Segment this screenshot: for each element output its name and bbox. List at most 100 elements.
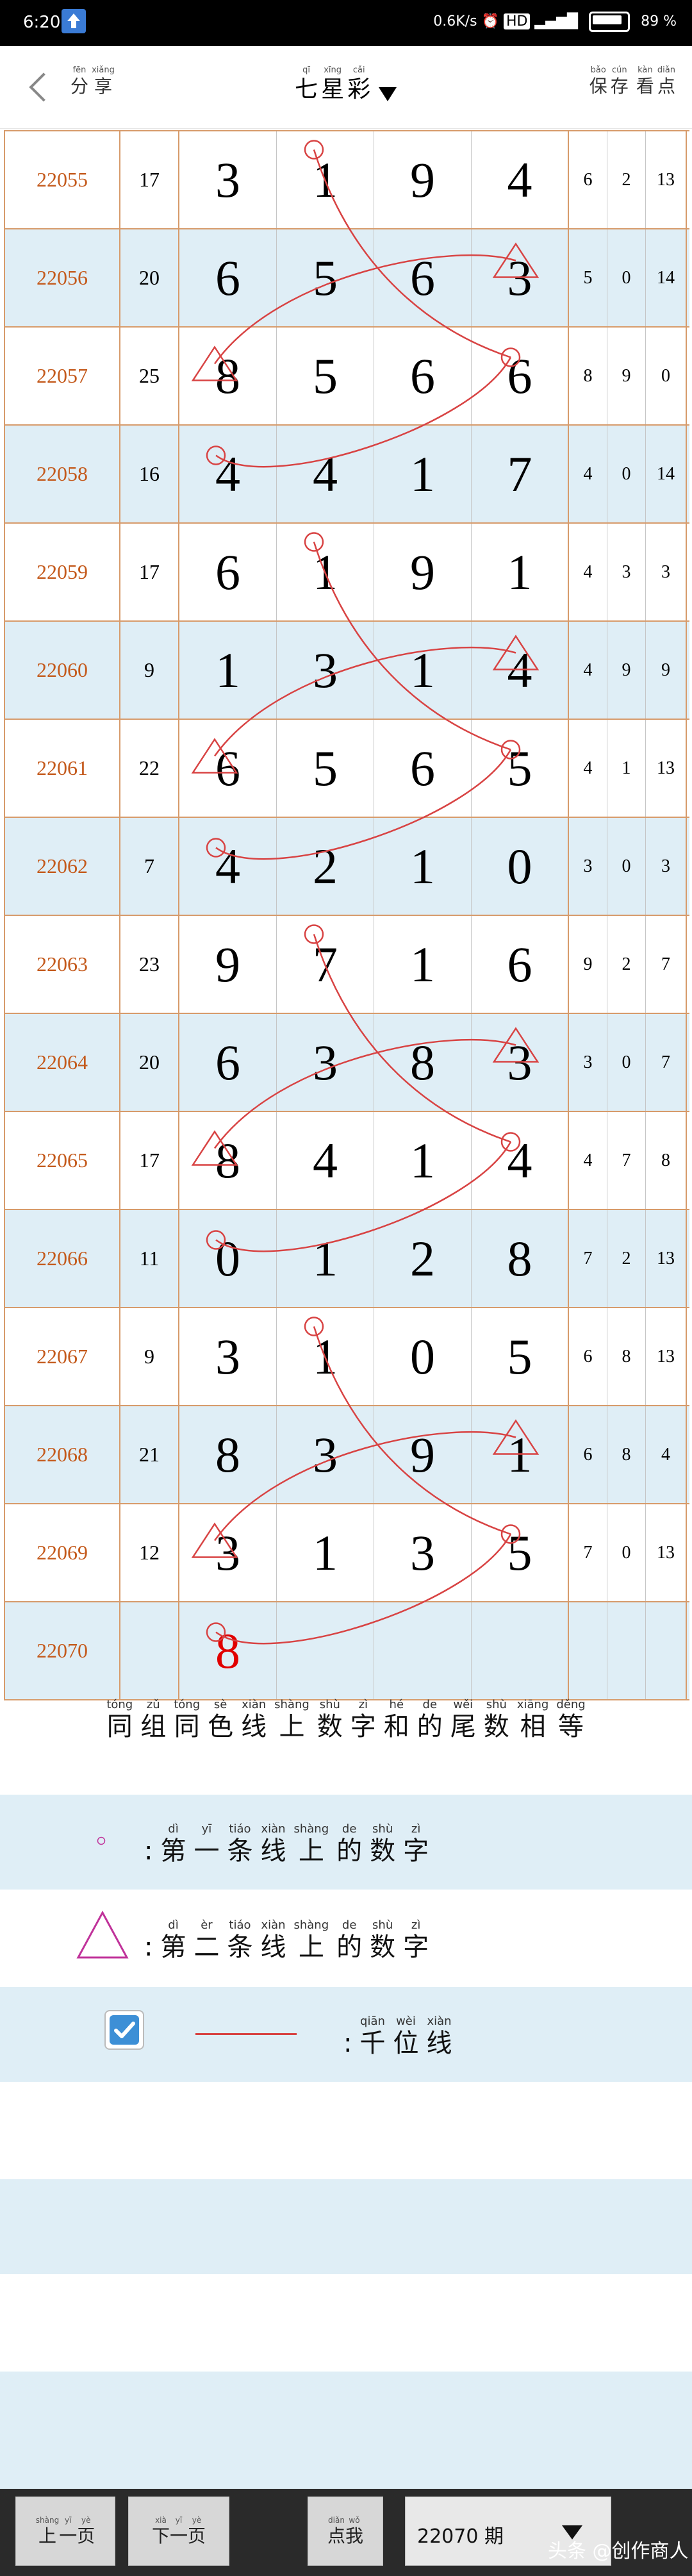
tail-value: 9 <box>607 622 646 719</box>
lottery-type-dropdown[interactable]: qī 七 xīng 星 cǎi 彩 <box>295 65 397 104</box>
issue-number: 22062 <box>5 818 120 915</box>
draw-digit: 7 <box>277 916 374 1013</box>
table-row: 22068 21 8 3 9 1 6 8 4 <box>5 1406 689 1504</box>
digit-sum: 9 <box>120 622 179 719</box>
thousands-line-checkbox[interactable] <box>104 2010 144 2050</box>
draw-digit: 4 <box>277 426 374 522</box>
prev-page-button[interactable]: shàng 上 yī 一 yè 页 <box>15 2497 115 2566</box>
draw-table: 22055 17 3 1 9 4 6 2 13 22056 20 6 5 6 3 5 0 14 22057 25 8 5 6… <box>4 130 689 1700</box>
tail-value: 2 <box>607 916 646 1013</box>
table-row: 22066 11 0 1 2 8 7 2 13 <box>5 1210 689 1308</box>
digit-sum: 17 <box>120 524 179 620</box>
issue-number: 22061 <box>5 720 120 817</box>
hd-badge: HD <box>503 13 531 29</box>
draw-digit: 8 <box>472 1210 569 1307</box>
tail-value: 4 <box>569 426 607 522</box>
draw-digit: 6 <box>179 229 277 326</box>
signal-icon: ▂▄▆█ <box>534 13 583 29</box>
empty-row <box>0 2275 692 2370</box>
draw-digit: 0 <box>374 1308 472 1405</box>
legend-label: : dì 第 èr 二 tiáo 条 xiàn 线 shàng 上 de 的 shù 数 zì 字 <box>144 1918 429 1963</box>
draw-digit: 1 <box>179 622 277 719</box>
table-row: 22058 16 4 4 1 7 4 0 14 <box>5 426 689 524</box>
battery-level: 89 % <box>641 13 677 29</box>
dropdown-triangle-icon <box>379 87 397 101</box>
draw-digit: 6 <box>374 229 472 326</box>
table-row: 22060 9 1 3 1 4 4 9 9 <box>5 622 689 720</box>
issue-number: 22068 <box>5 1406 120 1503</box>
draw-digit: 5 <box>472 1308 569 1405</box>
table-row: 22057 25 8 5 6 6 8 9 0 <box>5 328 689 426</box>
tail-value: 8 <box>569 328 607 424</box>
legend-thousands-line: : qiān 千 wèi 位 xiàn 线 <box>0 1987 692 2082</box>
checkmark-icon <box>110 2015 139 2045</box>
triangle-marker-icon <box>76 1910 129 1959</box>
tail-value: 14 <box>646 426 687 522</box>
tail-value: 3 <box>646 524 687 620</box>
back-chevron-icon[interactable] <box>26 68 51 106</box>
digit-sum: 16 <box>120 426 179 522</box>
digit-sum: 20 <box>120 229 179 326</box>
table-row: 22059 17 6 1 9 1 4 3 3 <box>5 524 689 622</box>
issue-number: 22058 <box>5 426 120 522</box>
draw-digit: 3 <box>472 1014 569 1111</box>
tail-value <box>569 1602 607 1699</box>
draw-digit: 1 <box>374 1112 472 1209</box>
tail-value: 9 <box>646 622 687 719</box>
draw-digit: 8 <box>179 1112 277 1209</box>
draw-digit: 2 <box>374 1210 472 1307</box>
draw-digit: 6 <box>179 720 277 817</box>
draw-digit: 6 <box>374 720 472 817</box>
share-button[interactable]: fēn 分 xiǎng 享 <box>70 65 122 97</box>
digit-sum: 23 <box>120 916 179 1013</box>
draw-digit: 4 <box>472 622 569 719</box>
digit-sum: 17 <box>120 131 179 228</box>
tail-value: 8 <box>607 1406 646 1503</box>
watermark: 头条 @创作商人 <box>548 2540 689 2563</box>
draw-digit: 1 <box>374 426 472 522</box>
draw-digit: 4 <box>277 1112 374 1209</box>
table-row: 22063 23 9 7 1 6 9 2 7 <box>5 916 689 1014</box>
issue-number: 22067 <box>5 1308 120 1405</box>
tail-value: 2 <box>607 1210 646 1307</box>
tail-value <box>607 1602 646 1699</box>
issue-number: 22066 <box>5 1210 120 1307</box>
legend-title: tóng 同 zǔ 组 tóng 同 sè 色 xiàn 线 shàng 上 shù 数 zì 字 hé 和 de 的… <box>106 1698 586 1742</box>
upload-icon <box>62 9 86 33</box>
issue-number: 22056 <box>5 229 120 326</box>
table-row: 22065 17 8 4 1 4 4 7 8 <box>5 1112 689 1210</box>
click-me-button[interactable]: diǎn 点 wǒ 我 <box>308 2497 383 2566</box>
draw-digit: 6 <box>179 524 277 620</box>
draw-digit: 0 <box>179 1210 277 1307</box>
tail-value: 13 <box>646 1308 687 1405</box>
draw-digit: 3 <box>179 1308 277 1405</box>
app-header: fēn 分 xiǎng 享 qī 七 xīng 星 cǎi 彩 bǎo 保 cún 存 kàn… <box>0 46 692 129</box>
tail-value: 6 <box>569 1308 607 1405</box>
highlights-button[interactable]: kàn 看 diǎn 点 <box>636 65 675 97</box>
issue-number: 22070 <box>5 1602 120 1699</box>
digit-sum: 7 <box>120 818 179 915</box>
table-row: 22069 12 3 1 3 5 7 0 13 <box>5 1504 689 1602</box>
status-bar: 6:20 0.6K/s ⏰ HD ▂▄▆█ 89 % <box>0 0 692 46</box>
draw-digit: 9 <box>374 131 472 228</box>
digit-sum: 12 <box>120 1504 179 1601</box>
digit-sum: 25 <box>120 328 179 424</box>
next-page-button[interactable]: xià 下 yī 一 yè 页 <box>128 2497 229 2566</box>
draw-digit: 9 <box>374 524 472 620</box>
issue-number: 22057 <box>5 328 120 424</box>
draw-digit: 3 <box>374 1504 472 1601</box>
tail-value: 4 <box>569 1112 607 1209</box>
tail-value: 13 <box>646 720 687 817</box>
issue-number: 22055 <box>5 131 120 228</box>
draw-digit: 9 <box>179 916 277 1013</box>
draw-digit: 4 <box>179 818 277 915</box>
draw-digit <box>277 1602 374 1699</box>
table-row: 22064 20 6 3 8 3 3 0 7 <box>5 1014 689 1112</box>
tail-value: 13 <box>646 1504 687 1601</box>
save-button[interactable]: bǎo 保 cún 存 <box>589 65 629 97</box>
draw-digit: 0 <box>472 818 569 915</box>
tail-value: 3 <box>569 818 607 915</box>
tail-value: 7 <box>646 916 687 1013</box>
tail-value: 0 <box>646 328 687 424</box>
tail-value: 0 <box>607 426 646 522</box>
